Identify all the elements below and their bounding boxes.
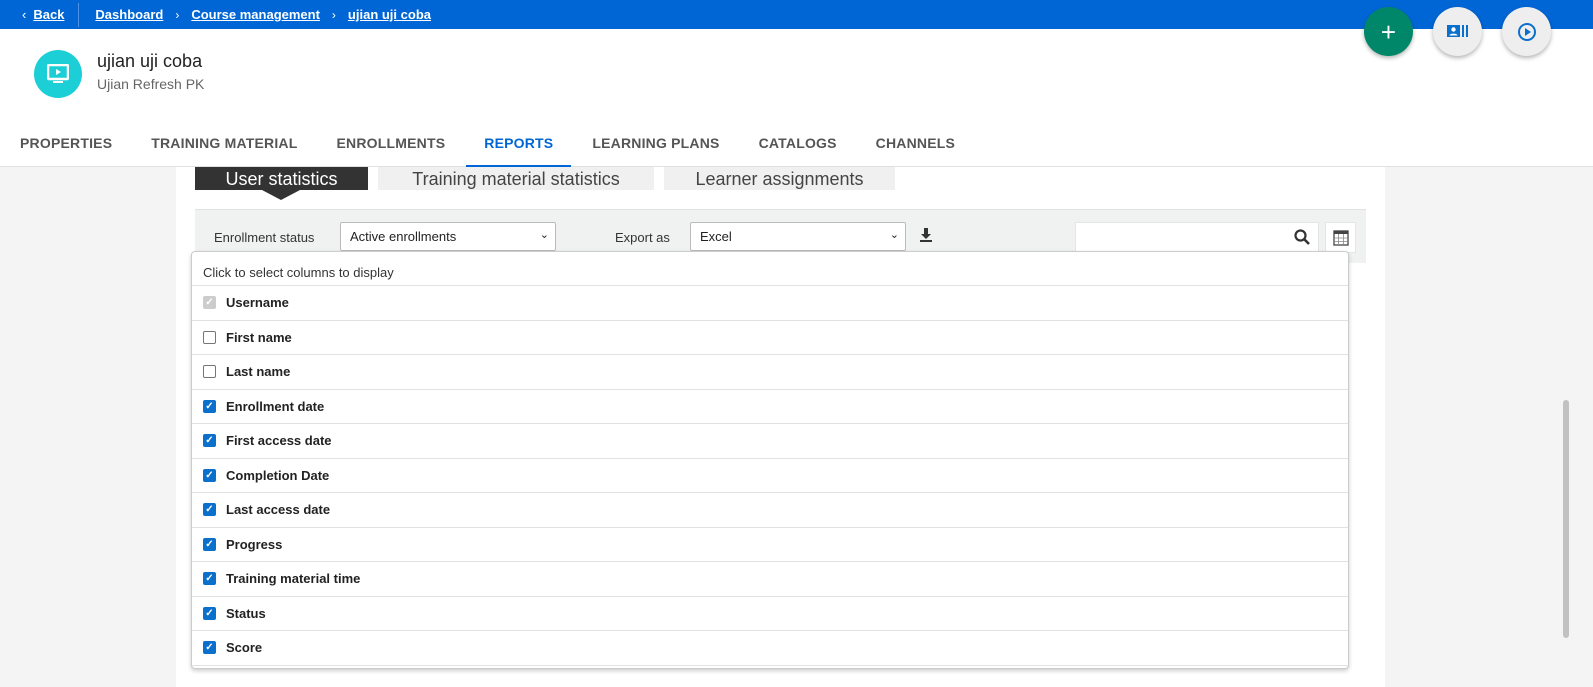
column-option[interactable]: ✓ Last access date (192, 493, 1348, 528)
column-option-label: Enrollment date (226, 398, 325, 414)
checkbox[interactable]: ✓ (203, 503, 216, 517)
column-option[interactable]: First name (192, 321, 1348, 355)
add-button[interactable]: + (1364, 7, 1413, 56)
column-option[interactable]: ✓ Status (192, 597, 1348, 631)
column-option-label: Last access date (226, 502, 331, 518)
checkbox[interactable]: ✓ (203, 434, 216, 448)
column-option-label: Completion Date (226, 467, 330, 483)
scrollbar-thumb[interactable] (1563, 400, 1569, 638)
export-format-select[interactable]: Excel ⌄ (690, 222, 906, 251)
chevron-right-icon: › (175, 7, 180, 22)
chevron-right-icon: › (331, 7, 336, 22)
column-option-label: Training material time (226, 571, 361, 587)
column-option[interactable]: ✓ First access date (192, 424, 1348, 459)
column-option[interactable]: ✓ Score (192, 631, 1348, 666)
column-option[interactable]: ✓ Enrollment date (192, 390, 1348, 424)
enrollment-status-value: Active enrollments (350, 229, 457, 244)
download-icon (920, 228, 932, 242)
column-option[interactable]: ✓ Progress (192, 528, 1348, 562)
breadcrumb: Dashboard › Course management › ujian uji … (79, 7, 431, 22)
column-option-label: First access date (226, 433, 332, 449)
top-bar: ‹ Back Dashboard › Course management › ujia… (0, 0, 1593, 29)
column-selector-button[interactable] (1325, 222, 1356, 253)
breadcrumb-course[interactable]: ujian uji coba (348, 7, 431, 22)
tab-reports[interactable]: REPORTS (466, 123, 572, 168)
checkbox[interactable]: ✓ (203, 606, 216, 620)
download-button[interactable] (920, 228, 932, 247)
column-option[interactable]: ✓ Completion Date (192, 459, 1348, 493)
column-selector-dropdown: Click to select columns to display ✓ User… (191, 251, 1349, 669)
column-option-label: Progress (226, 536, 283, 552)
checkbox[interactable]: ✓ (203, 572, 216, 586)
column-option-label: Status (226, 605, 266, 621)
checkbox[interactable]: ✓ (203, 399, 216, 413)
breadcrumb-dashboard[interactable]: Dashboard (95, 7, 163, 22)
column-option-label: Last name (226, 364, 291, 380)
plus-icon: + (1380, 16, 1397, 47)
column-option-label: Username (226, 295, 289, 311)
back-link[interactable]: ‹ Back (0, 2, 80, 27)
export-as-label: Export as (615, 230, 670, 245)
enrollment-status-select[interactable]: Active enrollments ⌄ (340, 222, 556, 251)
checkbox[interactable] (203, 365, 216, 379)
export-format-value: Excel (700, 229, 732, 244)
column-option-label: First name (226, 329, 292, 345)
subtab-learner-assignments[interactable]: Learner assignments (664, 167, 895, 190)
play-preview-button[interactable] (1502, 7, 1551, 56)
main-tabs: PROPERTIES TRAINING MATERIAL ENROLLMENTS… (20, 123, 994, 168)
chevron-down-icon: ⌄ (889, 229, 899, 241)
tab-properties[interactable]: PROPERTIES (20, 123, 112, 168)
user-card-icon (1446, 24, 1468, 37)
checkbox[interactable]: ✓ (203, 468, 216, 482)
search-icon[interactable] (1294, 229, 1310, 245)
chevron-down-icon: ⌄ (539, 229, 549, 241)
checkbox[interactable] (203, 330, 216, 344)
checkbox: ✓ (203, 296, 216, 310)
enrollment-status-label: Enrollment status (214, 230, 315, 245)
column-option-label: Score (226, 640, 263, 656)
column-selector-hint: Click to select columns to display (192, 252, 1348, 286)
checkbox[interactable]: ✓ (203, 537, 216, 551)
subtab-user-statistics[interactable]: User statistics (195, 167, 368, 190)
play-circle-icon (1517, 22, 1536, 41)
course-avatar (34, 50, 82, 98)
column-option[interactable]: ✓ Training material time (192, 562, 1348, 597)
column-option[interactable]: ✓ Username (192, 286, 1348, 321)
course-header: ujian uji coba Ujian Refresh PK PROPERTI… (0, 29, 1593, 168)
table-icon (1332, 229, 1349, 246)
course-title: ujian uji coba (97, 51, 203, 71)
checkbox[interactable]: ✓ (203, 641, 216, 655)
column-option[interactable]: Last name (192, 355, 1348, 390)
tab-enrollments[interactable]: ENROLLMENTS (337, 123, 446, 168)
active-subtab-caret (262, 190, 300, 200)
tab-learning-plans[interactable]: LEARNING PLANS (592, 123, 719, 168)
back-label[interactable]: Back (33, 7, 64, 22)
tab-training-material[interactable]: TRAINING MATERIAL (151, 123, 297, 168)
enroll-users-button[interactable] (1433, 7, 1482, 56)
subtab-training-material-statistics[interactable]: Training material statistics (378, 167, 654, 190)
course-subtitle: Ujian Refresh PK (97, 76, 205, 92)
video-icon (47, 64, 69, 83)
tab-channels[interactable]: CHANNELS (876, 123, 955, 168)
breadcrumb-course-management[interactable]: Course management (191, 7, 320, 22)
tab-catalogs[interactable]: CATALOGS (759, 123, 837, 168)
search-input[interactable] (1075, 222, 1319, 253)
chevron-left-icon: ‹ (22, 7, 27, 22)
